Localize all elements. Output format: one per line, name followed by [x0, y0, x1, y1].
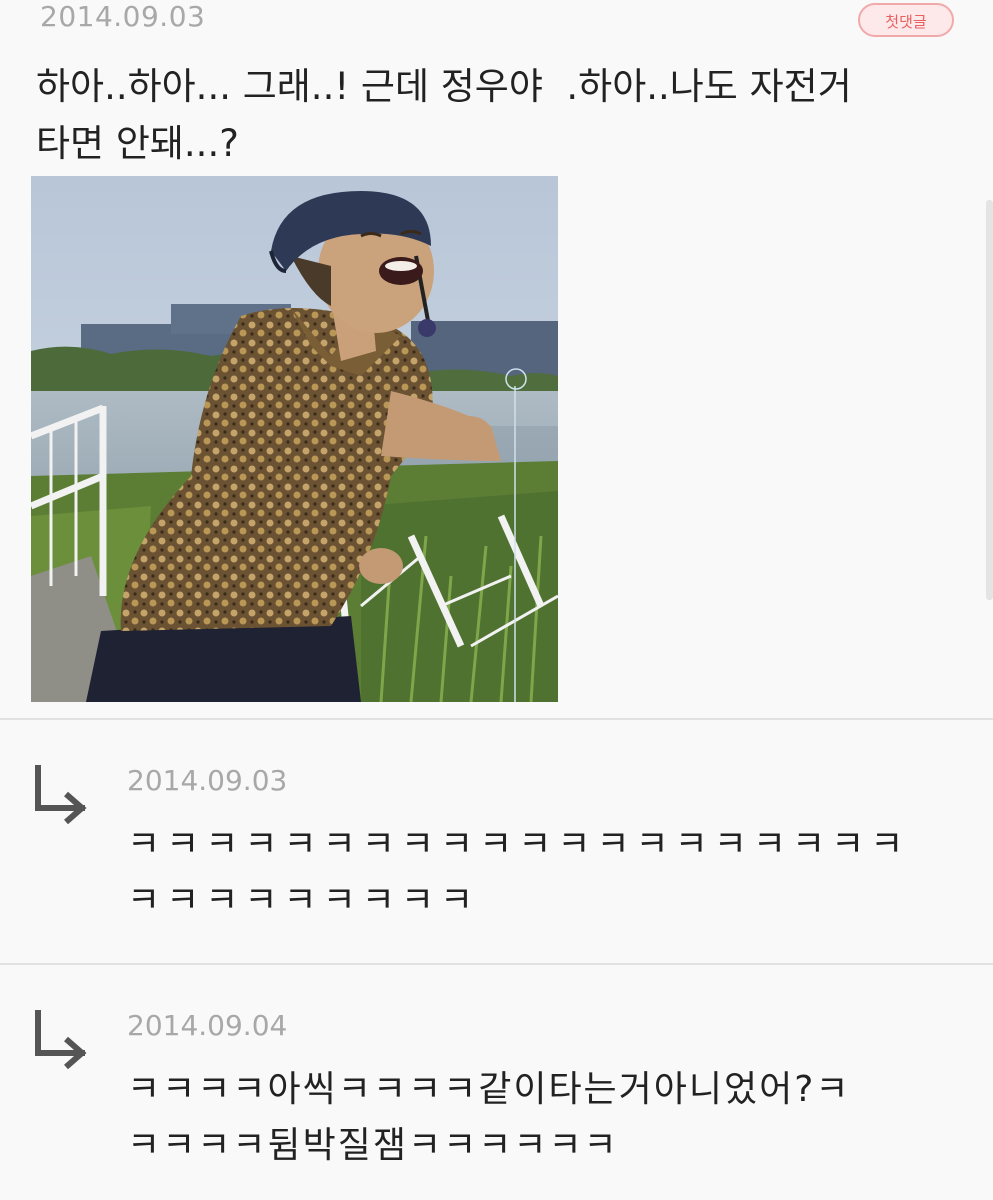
reply-text: ㅋㅋㅋㅋ아씩ㅋㅋㅋㅋ같이타는거아니었어?ㅋ ㅋㅋㅋㅋ뒴박질잼ㅋㅋㅋㅋㅋㅋ	[127, 1069, 851, 1166]
reply-item: 2014.09.03 ㅋㅋㅋㅋㅋㅋㅋㅋㅋㅋㅋㅋㅋㅋㅋㅋㅋㅋㅋㅋ ㅋㅋㅋㅋㅋㅋㅋㅋ…	[0, 720, 993, 963]
first-comment: 2014.09.03 첫댓글 하아..하아... 그래..! 근데 정우야 .하…	[0, 0, 993, 718]
reply-item: 2014.09.04 ㅋㅋㅋㅋ아씩ㅋㅋㅋㅋ같이타는거아니었어?ㅋ ㅋㅋㅋㅋ뒴박질…	[0, 965, 993, 1200]
first-comment-badge: 첫댓글	[858, 3, 954, 37]
reply-date: 2014.09.03	[127, 764, 288, 797]
reply-arrow-icon	[35, 765, 87, 824]
comment-text: 하아..하아... 그래..! 근데 정우야 .하아..나도 자전거 타면 안돼…	[36, 65, 852, 165]
reply-arrow-icon	[35, 1010, 87, 1069]
reply-date: 2014.09.04	[127, 1009, 288, 1042]
comment-date: 2014.09.03	[40, 0, 206, 33]
scrollbar-thumb[interactable]	[986, 200, 993, 600]
reply-text: ㅋㅋㅋㅋㅋㅋㅋㅋㅋㅋㅋㅋㅋㅋㅋㅋㅋㅋㅋㅋ ㅋㅋㅋㅋㅋㅋㅋㅋㅋ	[127, 824, 910, 921]
comment-photo[interactable]	[31, 176, 558, 702]
